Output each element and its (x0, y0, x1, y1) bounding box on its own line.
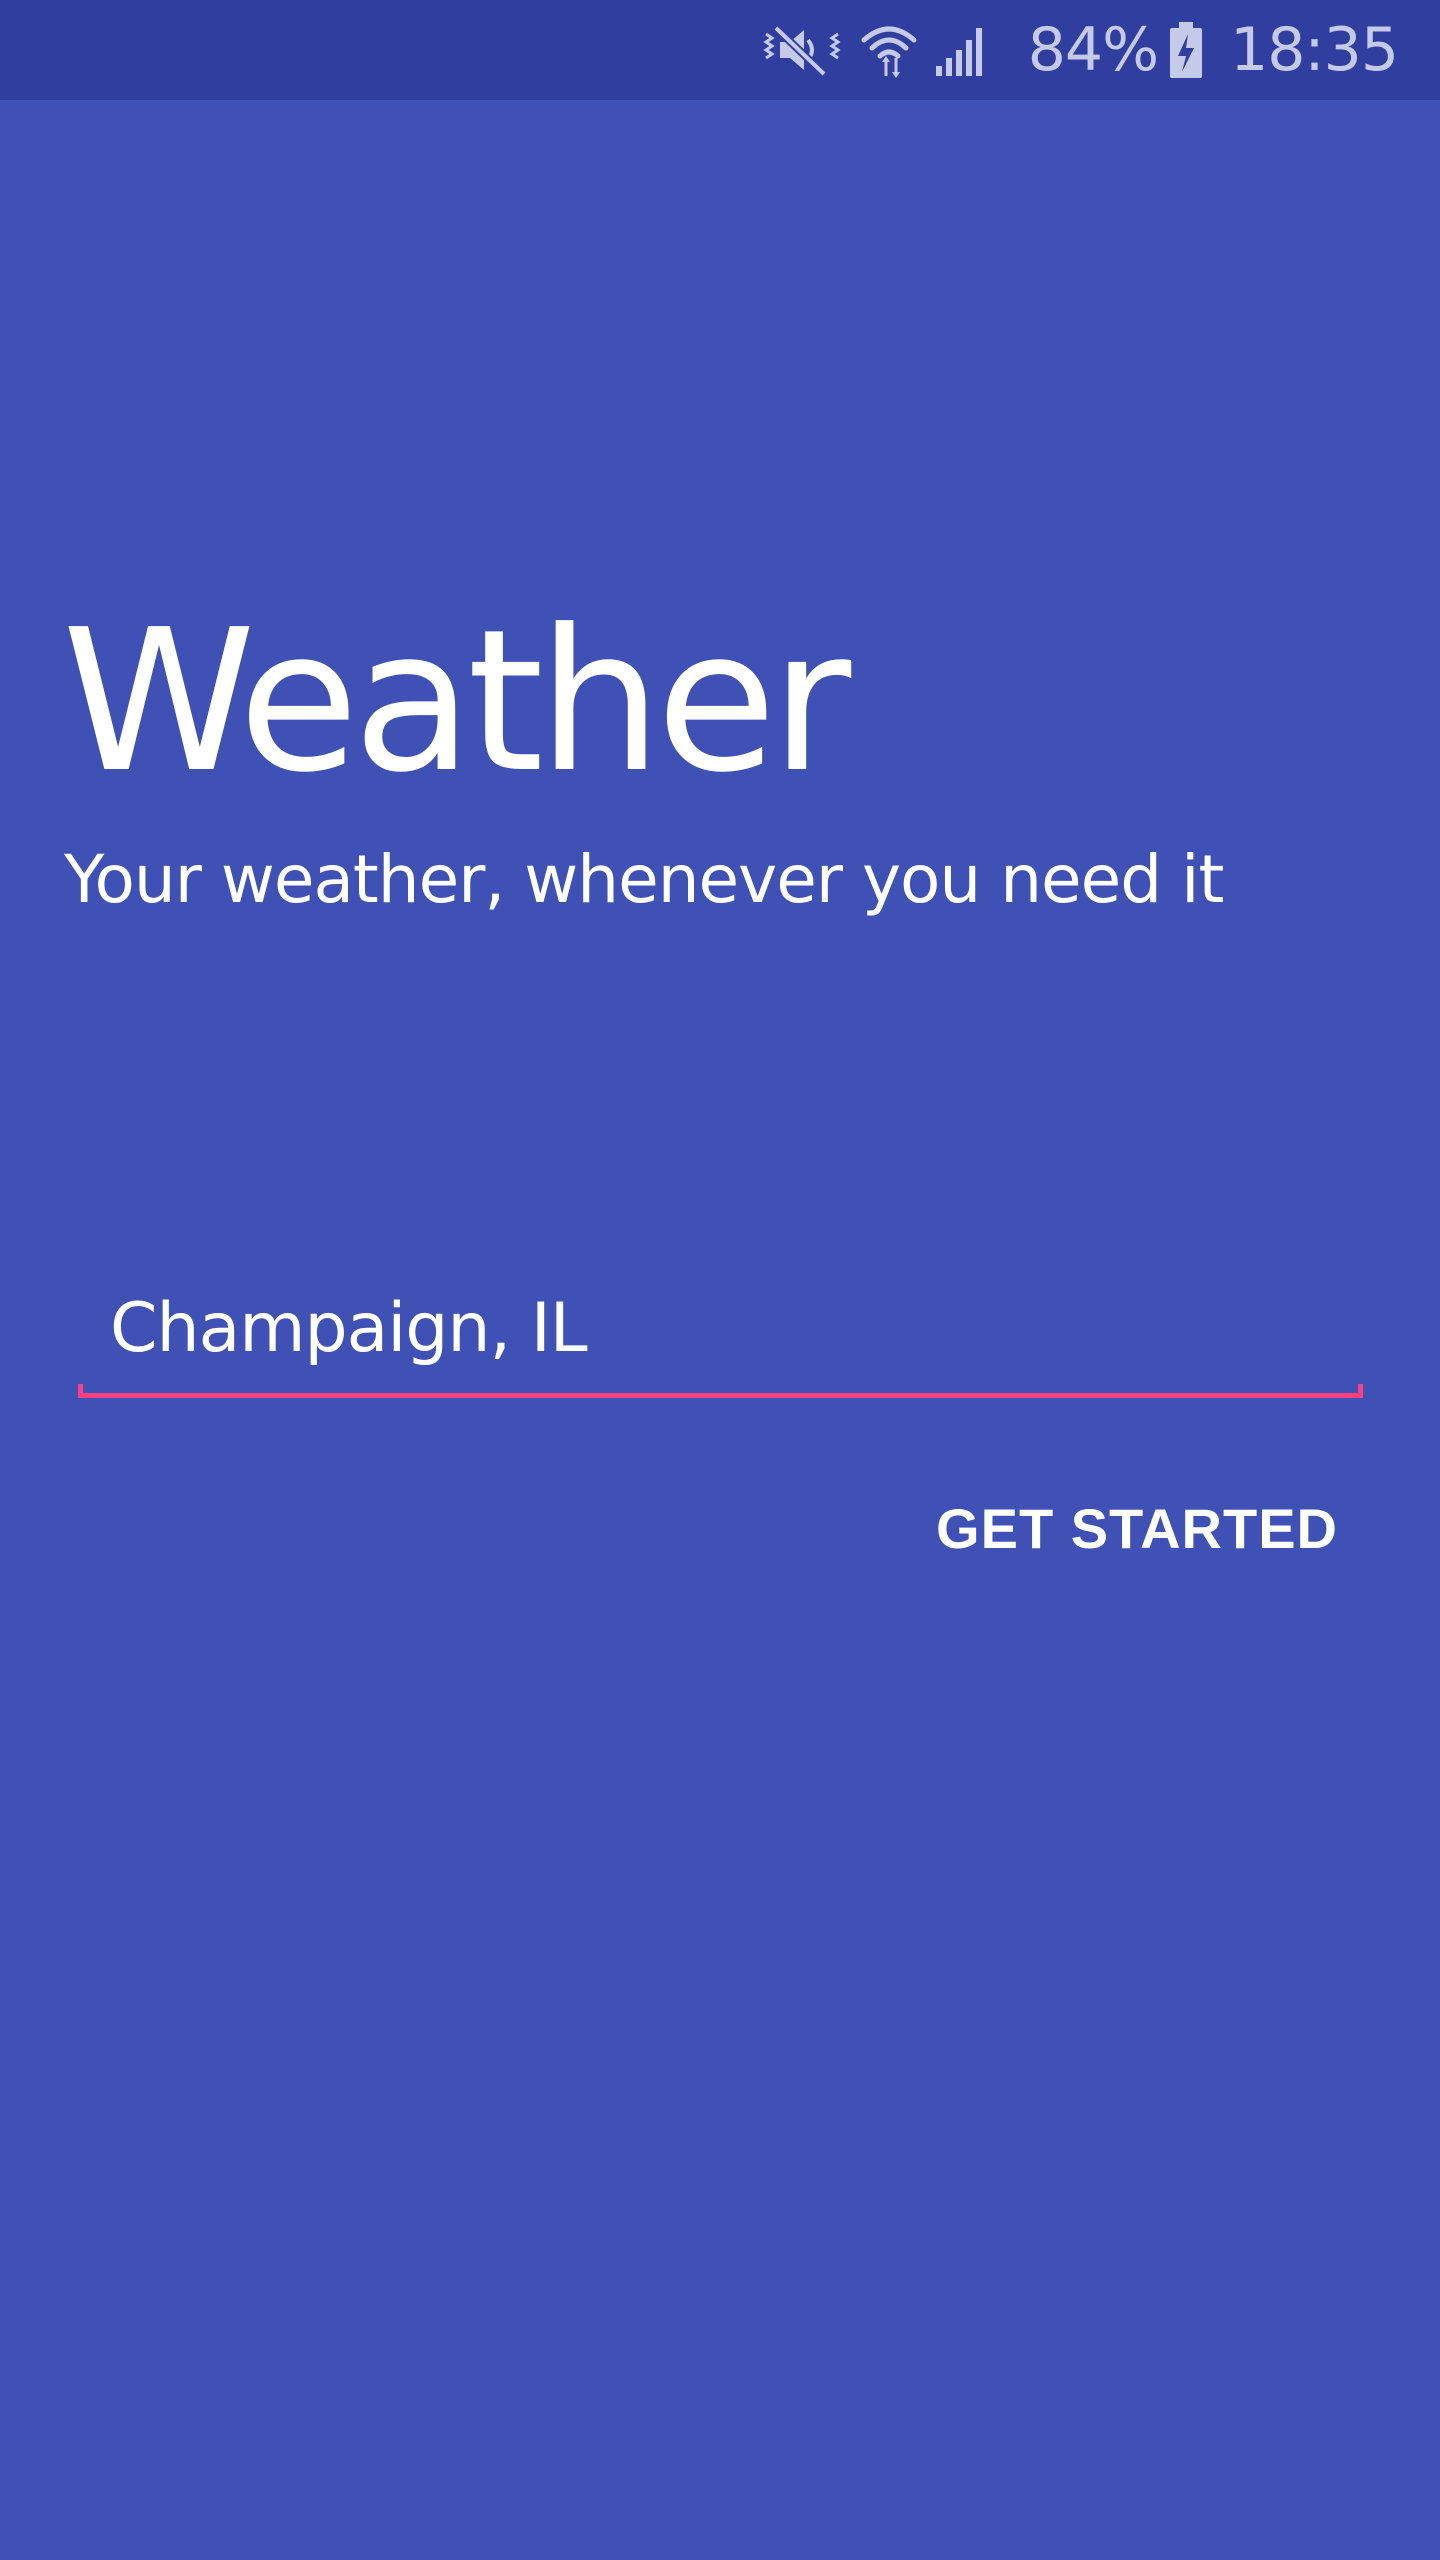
mute-vibrate-icon (762, 20, 842, 80)
location-input-underline (78, 1384, 1363, 1398)
status-bar: 84% 18:35 (0, 0, 1440, 100)
battery-percentage: 84% (1027, 15, 1159, 85)
app-title: Weather (62, 588, 851, 816)
status-icons: 84% 18:35 (762, 0, 1399, 100)
location-input[interactable] (110, 1270, 1330, 1386)
clock: 18:35 (1230, 15, 1399, 85)
get-started-button[interactable]: GET STARTED (922, 1478, 1352, 1578)
battery-charging-icon (1168, 20, 1204, 80)
location-field (78, 1270, 1363, 1398)
app-tagline: Your weather, whenever you need it (64, 841, 1224, 918)
wifi-icon (860, 20, 918, 80)
signal-icon (934, 20, 992, 80)
